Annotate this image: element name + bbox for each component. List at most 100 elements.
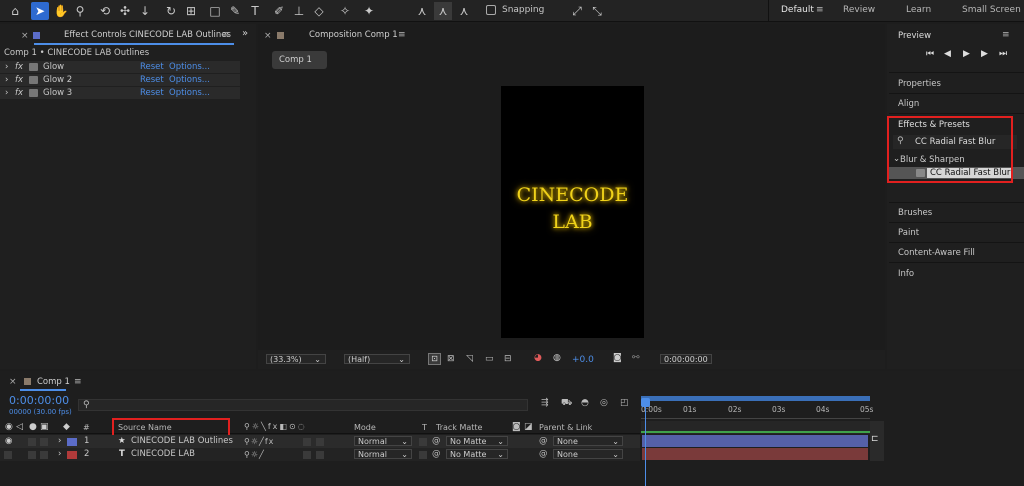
puppet-tool-icon[interactable]: ✦ (360, 2, 378, 20)
3d-layer-toggle[interactable] (316, 438, 324, 446)
chevron-right-icon[interactable]: › (5, 74, 8, 86)
time-ruler[interactable]: 0:00s 01s 02s 03s 04s 05s (641, 401, 873, 419)
track-matte-header[interactable]: Track Matte (436, 423, 482, 432)
axis-world-icon[interactable]: ⋏ (434, 2, 452, 20)
solo-toggle[interactable] (28, 451, 36, 459)
layer-name[interactable]: CINECODE LAB Outlines (131, 435, 233, 448)
paint-panel-label[interactable]: Paint (898, 228, 919, 238)
number-column-header[interactable]: # (83, 423, 90, 432)
reset-link[interactable]: Reset (140, 74, 164, 86)
preserve-transparency-toggle[interactable] (419, 451, 427, 459)
options-link[interactable]: Options... (169, 61, 210, 73)
layer-row[interactable]: ◉ › 1 ★ CINECODE LAB Outlines ⚲☼╱fx Norm… (0, 435, 640, 448)
snap-features-icon[interactable]: ⤡ (588, 2, 606, 20)
graph-editor-icon[interactable]: ◰ (620, 398, 629, 408)
clone-stamp-tool-icon[interactable]: ⊥ (290, 2, 308, 20)
workspace-default[interactable]: Default (781, 5, 814, 15)
properties-panel-label[interactable]: Properties (898, 79, 941, 89)
fx-icon[interactable]: fx (15, 74, 23, 86)
options-link[interactable]: Options... (169, 87, 210, 99)
layer-switches-icons[interactable]: ⚲☼╱fx (244, 435, 274, 448)
brushes-panel-label[interactable]: Brushes (898, 208, 932, 218)
fast-previews-icon[interactable]: ⊡ (428, 353, 441, 365)
reset-link[interactable]: Reset (140, 61, 164, 73)
first-frame-icon[interactable]: ⏮ (926, 49, 934, 59)
next-frame-icon[interactable]: ▶ (981, 49, 988, 59)
resolution-dropdown[interactable]: (Half) ⌄ (344, 354, 410, 364)
workspace-small-screen[interactable]: Small Screen (962, 5, 1021, 15)
frame-blending-icon[interactable]: ◙ (512, 422, 521, 432)
last-frame-icon[interactable]: ⏭ (999, 49, 1007, 59)
hand-tool-icon[interactable]: ✋ (52, 2, 70, 20)
track-matte-dropdown[interactable]: No Matte ⌄ (446, 436, 508, 446)
chevron-right-icon[interactable]: › (5, 61, 8, 73)
adjustment-toggle[interactable] (303, 451, 311, 459)
play-icon[interactable]: ▶ (963, 49, 970, 59)
matte-pickwhip-icon[interactable]: @ (432, 448, 441, 461)
lock-icon[interactable]: ▣ (40, 422, 49, 432)
zoom-dropdown[interactable]: (33.3%) ⌄ (266, 354, 326, 364)
parent-link-header[interactable]: Parent & Link (539, 423, 592, 432)
layer-row[interactable]: › 2 T CINECODE LAB ⚲☼╱ Normal ⌄ @ No Mat… (0, 448, 640, 461)
selection-tool-icon[interactable]: ➤ (31, 2, 49, 20)
comp-mini-flowchart-icon[interactable]: ⇶ (541, 398, 549, 408)
close-icon[interactable]: × (264, 31, 272, 41)
rotate-tool-icon[interactable]: ↻ (162, 2, 180, 20)
parent-dropdown[interactable]: None ⌄ (553, 449, 623, 459)
home-icon[interactable]: ⌂ (6, 2, 24, 20)
effect-controls-tab[interactable]: Effect Controls CINECODE LAB Outlines (64, 30, 231, 40)
close-icon[interactable]: × (21, 31, 29, 41)
reset-link[interactable]: Reset (140, 87, 164, 99)
pen-tool-icon[interactable]: ✎ (226, 2, 244, 20)
anchor-tool-icon[interactable]: ⊞ (182, 2, 200, 20)
motion-blur-icon[interactable]: ◎ (600, 398, 608, 408)
shape-tool-icon[interactable]: □ (206, 2, 224, 20)
audio-icon[interactable]: ◁ (16, 422, 23, 432)
workspace-learn[interactable]: Learn (906, 5, 931, 15)
exposure-value[interactable]: +0.0 (572, 355, 594, 365)
mask-visibility-icon[interactable]: ◹ (466, 354, 473, 364)
panel-menu-icon[interactable]: ≡ (222, 30, 230, 40)
lock-toggle[interactable] (40, 438, 48, 446)
panel-menu-icon[interactable]: ≡ (74, 377, 82, 387)
mode-dropdown[interactable]: Normal ⌄ (354, 436, 412, 446)
layer-duration-bar[interactable] (642, 435, 868, 447)
content-aware-fill-label[interactable]: Content-Aware Fill (898, 248, 975, 258)
snap-options-icon[interactable]: ⤢ (568, 2, 586, 20)
fx-icon[interactable]: fx (15, 87, 23, 99)
parent-pickwhip-icon[interactable]: @ (539, 448, 548, 461)
color-management-icon[interactable]: ◍ (553, 353, 561, 363)
video-eye-icon[interactable]: ◉ (5, 422, 13, 432)
options-link[interactable]: Options... (169, 74, 210, 86)
orbit-tool-icon[interactable]: ⟲ (96, 2, 114, 20)
parent-dropdown[interactable]: None ⌄ (553, 436, 623, 446)
guides-icon[interactable]: ⊟ (504, 354, 512, 364)
3d-layer-toggle[interactable] (316, 451, 324, 459)
current-time-field[interactable]: 0:00:00:00 (660, 354, 712, 364)
pan-tool-icon[interactable]: ✣ (116, 2, 134, 20)
type-tool-icon[interactable]: T (246, 2, 264, 20)
zoom-tool-icon[interactable]: ⚲ (71, 2, 89, 20)
composition-canvas[interactable]: CINECODE LAB (501, 86, 644, 338)
layer-duration-bar[interactable] (642, 448, 868, 460)
mode-header[interactable]: Mode (354, 423, 376, 432)
visibility-eye-icon[interactable]: ◉ (5, 435, 12, 448)
timeline-search-input[interactable]: ⚲ (78, 399, 528, 411)
expression-icon[interactable]: ◪ (524, 422, 533, 432)
visibility-toggle[interactable] (4, 451, 12, 459)
effect-row[interactable]: › fx Glow Reset Options... (0, 61, 240, 73)
brush-tool-icon[interactable]: ✐ (270, 2, 288, 20)
label-color-swatch[interactable] (67, 451, 77, 459)
chevron-right-icon[interactable]: › (58, 435, 61, 448)
playhead-line[interactable] (645, 401, 646, 486)
playhead-handle[interactable] (641, 398, 650, 407)
comp-flowchart-button[interactable]: Comp 1 (272, 51, 327, 69)
timeline-end-handle-icon[interactable]: ⊏ (871, 434, 879, 444)
solo-toggle[interactable] (28, 438, 36, 446)
prev-frame-icon[interactable]: ◀ (944, 49, 951, 59)
chevron-right-icon[interactable]: › (5, 87, 8, 99)
expand-panels-icon[interactable]: » (242, 28, 248, 39)
lock-toggle[interactable] (40, 451, 48, 459)
solo-icon[interactable]: ● (29, 422, 37, 432)
effect-row[interactable]: › fx Glow 2 Reset Options... (0, 74, 240, 86)
